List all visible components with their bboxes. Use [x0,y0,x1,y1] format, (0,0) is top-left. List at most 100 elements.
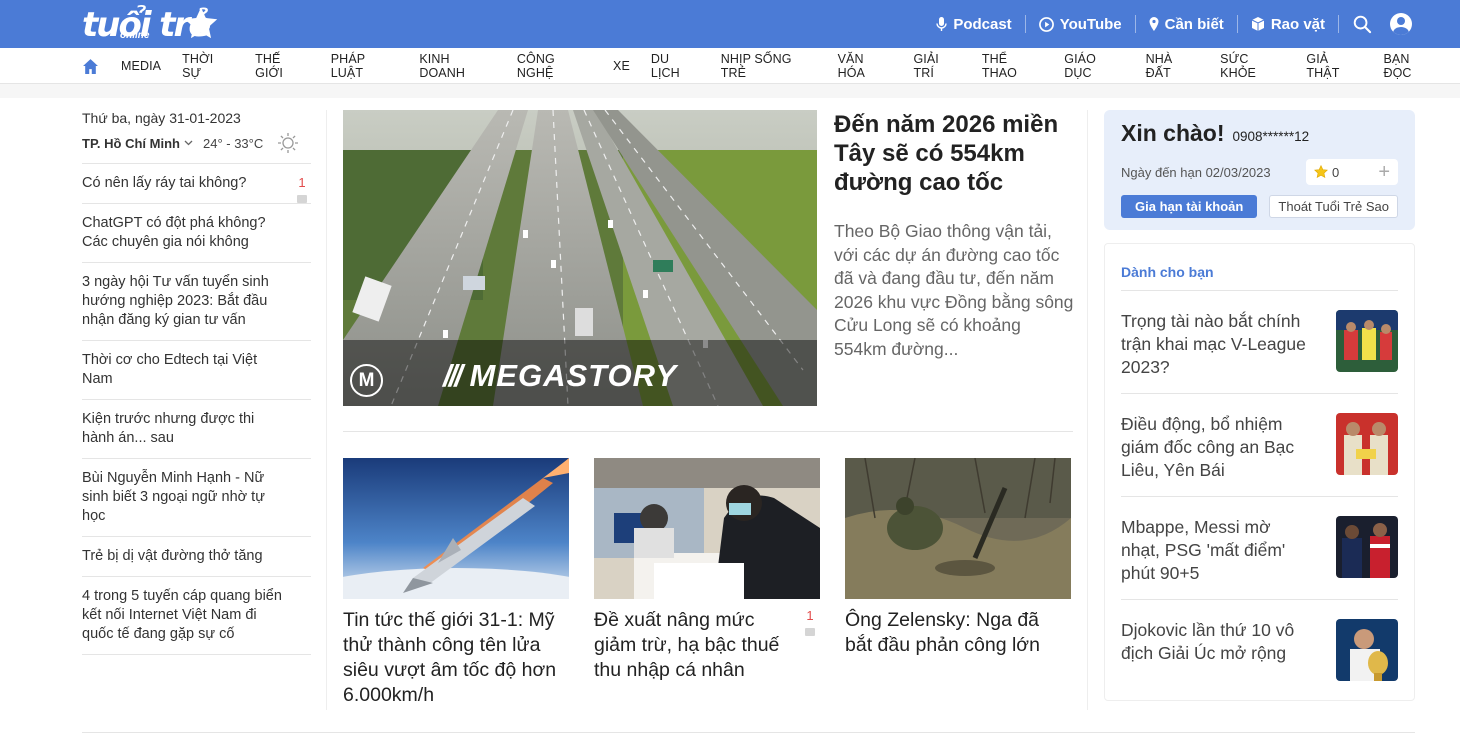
for-you-title[interactable]: Mbappe, Messi mờ nhạt, PSG 'mất điểm' ph… [1121,516,1311,583]
current-date: Thứ ba, ngày 31-01-2023 [82,110,241,126]
top-utility-nav: Podcast YouTube Cần biết Rao vặt [923,0,1412,48]
hero-title[interactable]: Đến năm 2026 miền Tây sẽ có 554km đường … [834,110,1074,197]
star-balance[interactable]: 0 + [1306,159,1398,185]
comment-number: 1 [806,608,814,623]
add-stars-icon[interactable]: + [1378,162,1390,182]
rao-vat-label: Rao vặt [1270,15,1325,33]
user-avatar-icon[interactable] [1390,13,1412,35]
microphone-icon [936,17,948,31]
for-you-item[interactable]: Điều động, bổ nhiệm giám đốc công an Bạc… [1121,394,1398,497]
card-title[interactable]: Tin tức thế giới 31-1: Mỹ thử thành công… [343,608,569,708]
hero-image[interactable]: M /// MEGASTORY [343,110,817,406]
chevron-down-icon[interactable] [184,138,193,149]
column-divider [1087,110,1088,710]
side-news-title[interactable]: Trẻ bị dị vật đường thở tăng [82,548,263,564]
for-you-title[interactable]: Djokovic lần thứ 10 vô địch Giải Úc mở r… [1121,619,1311,686]
category-link[interactable]: GIẢI TRÍ [913,52,960,80]
news-card[interactable]: Tin tức thế giới 31-1: Mỹ thử thành công… [343,458,569,708]
comment-count[interactable]: 1 [295,176,309,203]
news-card[interactable]: Ông Zelensky: Nga đã bắt đầu phản công l… [845,458,1071,658]
category-link[interactable]: CÔNG NGHỆ [517,52,592,80]
category-link[interactable]: BẠN ĐỌC [1383,52,1439,80]
latest-news-list: Có nên lấy ráy tai không? 1 ChatGPT có đột… [82,164,311,655]
category-link[interactable]: PHÁP LUẬT [331,52,399,80]
podcast-link[interactable]: Podcast [923,15,1026,33]
for-you-item[interactable]: Mbappe, Messi mờ nhạt, PSG 'mất điểm' ph… [1121,497,1398,600]
youtube-link[interactable]: YouTube [1026,15,1136,33]
side-news-title[interactable]: Kiện trước nhưng được thi hành án... sau [82,411,254,446]
logout-button[interactable]: Thoát Tuổi Trẻ Sao [1269,195,1398,218]
rao-vat-link[interactable]: Rao vặt [1238,15,1339,33]
divider [343,431,1073,432]
header-spacer [0,84,1460,98]
side-news-title[interactable]: 4 trong 5 tuyến cáp quang biển kết nối I… [82,588,282,642]
missile-image[interactable] [343,458,569,599]
home-icon[interactable] [82,58,99,75]
side-news-item[interactable]: Có nên lấy ráy tai không? 1 [82,164,311,204]
side-news-item[interactable]: Trẻ bị dị vật đường thở tăng [82,537,311,577]
side-news-title[interactable]: ChatGPT có đột phá không? Các chuyên gia… [82,215,266,250]
megastory-bars: /// [443,358,463,393]
category-link[interactable]: XE [613,59,630,73]
youtube-icon [1038,16,1054,32]
can-biet-link[interactable]: Cần biết [1136,15,1238,33]
category-link[interactable]: MEDIA [121,59,161,73]
category-link[interactable]: VĂN HÓA [838,52,893,80]
category-link[interactable]: NHÀ ĐẤT [1146,52,1200,80]
search-icon[interactable] [1353,15,1372,34]
comment-count[interactable]: 1 [803,609,817,636]
megastory-badge: M [350,364,383,397]
subscription-due: Ngày đến hạn 02/03/2023 [1121,164,1271,180]
city-selector[interactable]: TP. Hồ Chí Minh [82,136,180,151]
category-link[interactable]: NHỊP SỐNG TRẺ [721,52,817,80]
side-news-title[interactable]: 3 ngày hội Tư vấn tuyển sinh hướng nghiệ… [82,274,269,328]
tax-office-image[interactable] [594,458,820,599]
for-you-item[interactable]: Trọng tài nào bắt chính trận khai mạc V-… [1121,291,1398,394]
category-link[interactable]: THỂ THAO [982,52,1043,80]
left-sidebar: Thứ ba, ngày 31-01-2023 TP. Hồ Chí Minh … [82,110,311,655]
category-link[interactable]: KINH DOANH [419,52,496,80]
for-you-thumbnail[interactable] [1336,310,1398,372]
top-header: tuổi trẻ online Podcast YouTube Cần biết [0,0,1460,48]
category-link[interactable]: THẾ GIỚI [255,52,310,80]
greeting: Xin chào! [1121,120,1225,146]
for-you-title[interactable]: Điều động, bổ nhiệm giám đốc công an Bạc… [1121,413,1311,480]
soldier-image[interactable] [845,458,1071,599]
category-link[interactable]: DU LỊCH [651,52,700,80]
side-news-item[interactable]: ChatGPT có đột phá không? Các chuyên gia… [82,204,311,263]
podcast-label: Podcast [953,15,1012,33]
divider [82,732,1415,733]
can-biet-label: Cần biết [1164,15,1224,33]
category-link[interactable]: GIẢ THẬT [1306,52,1362,80]
sun-icon [277,132,299,154]
side-news-item[interactable]: Kiện trước nhưng được thi hành án... sau [82,400,311,459]
for-you-panel: Dành cho bạn Trọng tài nào bắt chính trậ… [1104,243,1415,701]
category-link[interactable]: THỜI SỰ [182,52,234,80]
comment-number: 1 [298,175,306,190]
card-title[interactable]: Đề xuất nâng mức giảm trừ, hạ bậc thuế t… [594,608,820,683]
side-news-title[interactable]: Thời cơ cho Edtech tại Việt Nam [82,352,257,387]
for-you-thumbnail[interactable] [1336,619,1398,681]
hero-summary[interactable]: Theo Bộ Giao thông vận tải, với các dự á… [834,220,1074,361]
pin-icon [1149,17,1159,31]
side-news-title[interactable]: Bùi Nguyễn Minh Hạnh - Nữ sinh biết 3 ng… [82,470,265,524]
megastory-overlay: /// MEGASTORY [443,358,677,394]
side-news-item[interactable]: 3 ngày hội Tư vấn tuyển sinh hướng nghiệ… [82,263,311,341]
news-card[interactable]: Đề xuất nâng mức giảm trừ, hạ bậc thuế t… [594,458,820,683]
category-link[interactable]: SỨC KHỎE [1220,52,1285,80]
side-news-item[interactable]: Bùi Nguyễn Minh Hạnh - Nữ sinh biết 3 ng… [82,459,311,537]
logo-subtext: online [120,30,150,41]
side-news-item[interactable]: 4 trong 5 tuyến cáp quang biển kết nối I… [82,577,311,655]
card-title[interactable]: Ông Zelensky: Nga đã bắt đầu phản công l… [845,608,1071,658]
renew-account-button[interactable]: Gia hạn tài khoản [1121,195,1258,218]
side-news-item[interactable]: Thời cơ cho Edtech tại Việt Nam [82,341,311,400]
for-you-title[interactable]: Trọng tài nào bắt chính trận khai mạc V-… [1121,310,1311,377]
for-you-item[interactable]: Djokovic lần thứ 10 vô địch Giải Úc mở r… [1121,600,1398,703]
category-link[interactable]: GIÁO DỤC [1064,52,1124,80]
site-logo[interactable]: tuổi trẻ online [82,5,218,43]
for-you-thumbnail[interactable] [1336,413,1398,475]
temperature: 24° - 33°C [202,135,264,151]
side-news-title[interactable]: Có nên lấy ráy tai không? [82,175,246,191]
for-you-thumbnail[interactable] [1336,516,1398,578]
account-box: Xin chào! 0908******12 Ngày đến hạn 02/0… [1104,110,1415,230]
